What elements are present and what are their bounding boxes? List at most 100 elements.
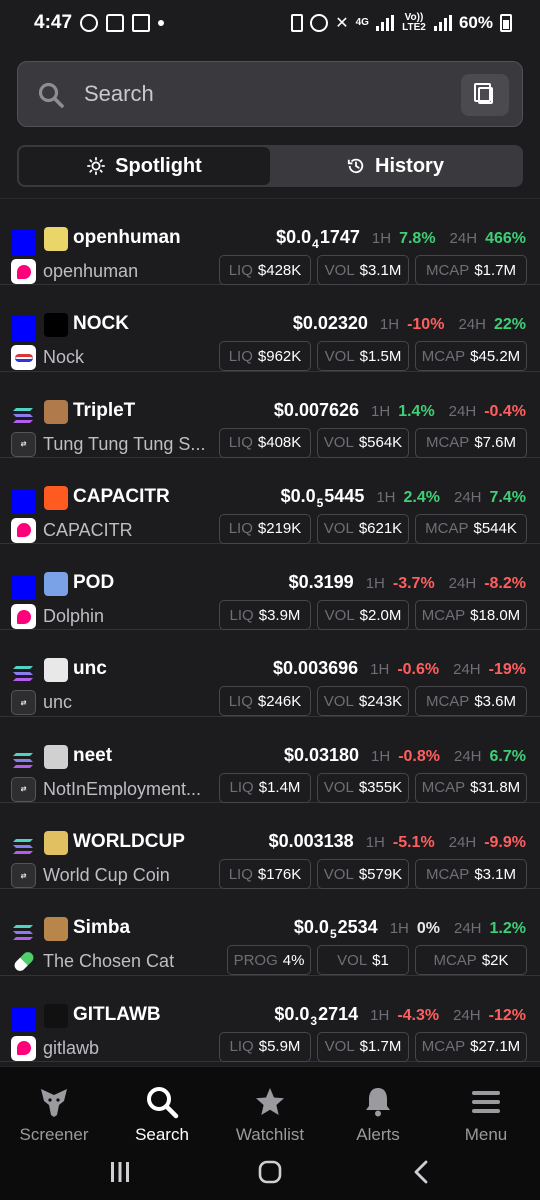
status-bar: 4:47 ✕ 4G Vo)) LTE2 60% [0,0,540,46]
star-icon [256,1088,284,1115]
liq-pill: LIQ $5.9M [219,1031,311,1062]
recent-apps-icon[interactable] [106,1160,134,1184]
paste-icon [473,82,493,104]
base-chain-icon [11,316,36,342]
token-row[interactable]: GITLAWB gitlawb $0.032714 1H -4.3% 24H -12% LIQ… [0,976,540,1062]
token-symbol: unc [73,658,107,680]
h24-change: 6.7% [489,747,526,765]
home-icon[interactable] [256,1160,284,1184]
signal-2-icon [433,15,452,31]
token-logo-icon [44,744,68,769]
token-name: openhuman [43,261,139,281]
token-row[interactable]: openhuman openhuman $0.041747 1H 7.8% 24H 466%… [0,199,540,286]
status-time: 4:47 [34,12,73,33]
price-stats: $0.007626 1H 1.4% 24H -0.4% [274,400,526,421]
lock-icon [106,14,125,32]
token-logo-icon [44,227,68,251]
h1-label: 1H [371,402,391,420]
h1-label: 1H [370,661,390,679]
search-input[interactable] [84,62,454,126]
h1-change: -5.1% [392,834,435,852]
battery-saver-icon [291,14,304,32]
token-row[interactable]: Simba The Chosen Cat $0.052534 1H 0% 24H 1.2% P… [0,889,540,976]
solana-chain-icon [13,407,33,423]
nav-search[interactable]: Search [108,1067,216,1142]
token-row[interactable]: ⇄ neet NotInEmployment... $0.03180 1H -0.8% 24… [0,717,540,804]
token-price: $0.041747 [276,227,360,251]
whatsapp-icon [80,14,99,32]
price-digits: 2714 [318,1003,359,1024]
token-name: CAPACITR [43,519,133,540]
h24-label: 24H [454,920,482,938]
token-name: NotInEmployment... [43,778,202,799]
token-row[interactable]: CAPACITR CAPACITR $0.055445 1H 2.4% 24H 7.4% LI… [0,458,540,545]
stat-pills: LIQ $428K VOL $3.1M MCAP $1.7M [219,255,527,285]
mcap-pill: MCAP $3.6M [415,686,527,717]
token-price: $0.3199 [288,572,354,593]
token-symbol: WORLDCUP [73,831,185,853]
price-zero-count: 5 [316,495,324,510]
h24-label: 24H [453,661,481,679]
mute-icon: ✕ [335,15,349,32]
token-row[interactable]: ⇄ WORLDCUP World Cup Coin $0.003138 1H -5.1% 2… [0,803,540,890]
h24-label: 24H [448,402,477,420]
network-4g-label: 4G [355,17,369,28]
token-symbol: openhuman [73,227,181,248]
vol-pill: VOL $1.5M [317,341,409,372]
price-stats: $0.3199 1H -3.7% 24H -8.2% [289,572,526,593]
nav-watchlist[interactable]: Watchlist [216,1067,324,1142]
h24-label: 24H [454,747,482,765]
mcap-pill: MCAP $31.8M [415,772,527,803]
tab-spotlight-label: Spotlight [115,154,202,177]
token-price: $0.02320 [292,313,368,334]
history-icon [347,158,364,174]
token-row[interactable]: ⇄ TripleT Tung Tung Tung S... $0.007626 1H 1.… [0,372,540,458]
mcap-pill: MCAP $45.2M [415,341,527,372]
nav-menu[interactable]: Menu [432,1067,540,1142]
token-name: Tung Tung Tung S... [43,433,206,454]
token-logo-icon [44,917,68,942]
vol-pill: VOL $1 [317,945,409,976]
nav-alerts-label: Alerts [356,1125,400,1142]
mcap-pill: MCAP $2K [415,945,527,976]
token-price: $0.003696 [273,658,359,679]
h24-change: 466% [485,230,526,247]
liq-pill: LIQ $176K [219,859,311,890]
h24-change: -12% [488,1006,526,1024]
nav-alerts[interactable]: Alerts [324,1067,432,1142]
token-row[interactable]: NOCK Nock $0.02320 1H -10% 24H 22% LIQ $962K VOL $… [0,285,540,372]
base-chain-icon [11,230,36,255]
h24-change: 22% [493,316,526,334]
token-symbol: TripleT [73,399,136,421]
vol-pill: VOL $355K [317,772,409,803]
search-icon [147,1087,179,1119]
h1-label: 1H [365,834,385,852]
token-symbol: POD [73,572,115,594]
search-icon [38,82,64,108]
token-price: $0.003138 [268,831,354,852]
price-stats: $0.041747 1H 7.8% 24H 466% [276,227,526,251]
price-stats: $0.052534 1H 0% 24H 1.2% [294,917,526,941]
h1-label: 1H [379,316,400,334]
token-symbol: CAPACITR [73,485,170,507]
token-logo-icon [44,313,68,338]
h1-label: 1H [376,488,396,506]
tab-history[interactable]: History [270,147,521,185]
tab-spotlight[interactable]: Spotlight [19,147,270,185]
token-row[interactable]: ⇄ unc unc $0.003696 1H -0.6% 24H -19% LIQ $246K VO… [0,630,540,717]
token-row[interactable]: POD Dolphin $0.3199 1H -3.7% 24H -8.2% LIQ $3.9M… [0,544,540,631]
token-logo-icon [44,1003,68,1028]
signal-icon [375,15,394,31]
paste-button[interactable] [461,74,509,116]
base-chain-icon [11,575,36,601]
h24-label: 24H [448,834,477,852]
search-box[interactable] [17,61,523,127]
nav-screener[interactable]: Screener [0,1067,108,1142]
back-icon[interactable] [408,1160,436,1184]
volte-label: Vo)) LTE2 [402,12,426,33]
vol-pill: VOL $564K [317,427,409,458]
prog-pill: PROG 4% [227,945,311,976]
h1-change: 2.4% [403,488,440,506]
price-digits: 2534 [337,917,378,938]
system-nav-bar [0,1142,540,1200]
